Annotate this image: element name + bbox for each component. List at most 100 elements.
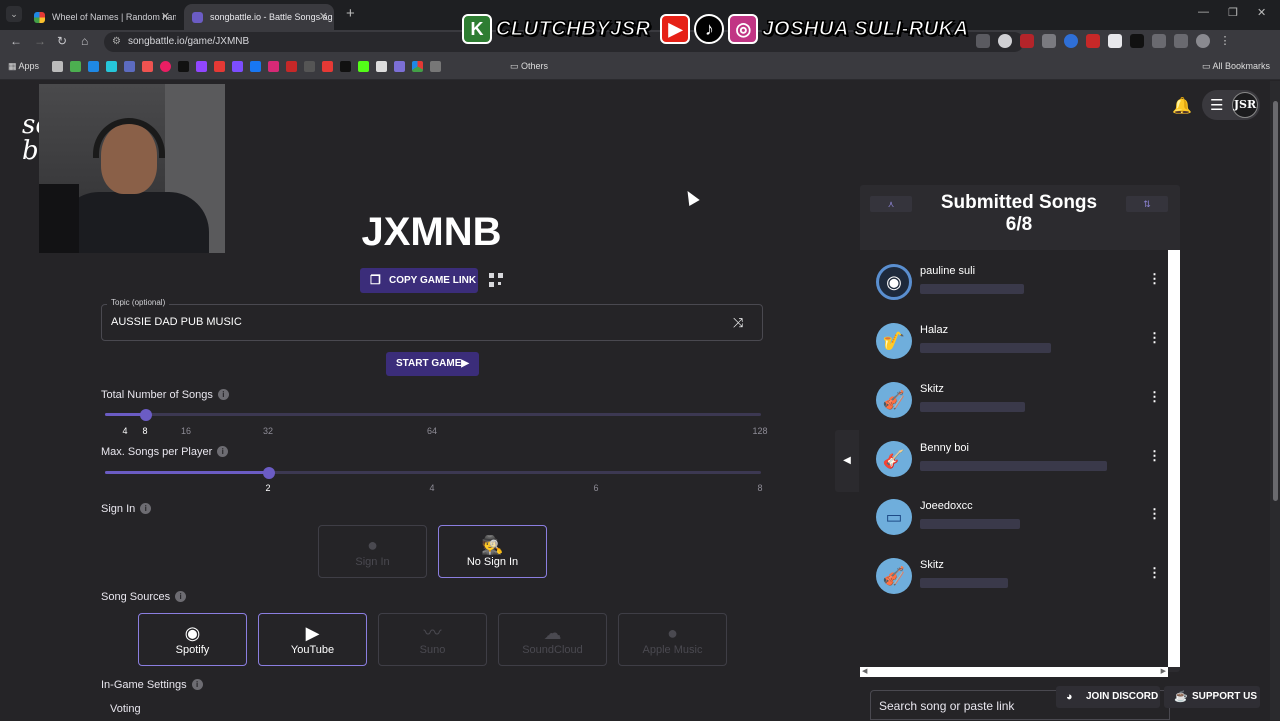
source-suno-option[interactable]: 〰 Suno xyxy=(378,613,487,666)
all-bookmarks-button[interactable]: ▭ All Bookmarks xyxy=(1202,61,1270,72)
notification-bell-icon[interactable]: 🔔 xyxy=(1172,96,1192,116)
extension-icon[interactable] xyxy=(1064,34,1078,48)
reading-list-icon[interactable] xyxy=(1174,34,1188,48)
bookmark-icon[interactable] xyxy=(322,61,333,72)
avatar[interactable]: JSR xyxy=(1232,92,1258,118)
kick-bookmark-icon[interactable] xyxy=(358,61,369,72)
restore-icon[interactable]: ❐ xyxy=(1228,6,1238,19)
list-item[interactable]: 🎷 Halaz ⋮ xyxy=(860,316,1168,374)
more-options-icon[interactable]: ⋮ xyxy=(1148,389,1161,405)
facebook-bookmark-icon[interactable] xyxy=(250,61,261,72)
tab-search-dropdown-icon[interactable]: ⌄ xyxy=(6,6,22,22)
list-item[interactable]: 🎻 Skitz ⋮ xyxy=(860,375,1168,433)
more-options-icon[interactable]: ⋮ xyxy=(1148,565,1161,581)
info-icon[interactable]: i xyxy=(140,503,152,514)
panel-share-icon[interactable]: ⋏ xyxy=(870,196,912,212)
forward-icon[interactable]: → xyxy=(34,34,46,48)
qr-code-icon[interactable] xyxy=(489,273,503,287)
page-scrollbar-thumb[interactable] xyxy=(1273,101,1278,501)
tab-close-icon[interactable]: ✕ xyxy=(319,4,328,30)
bookmark-icon[interactable] xyxy=(160,61,171,72)
bookmark-icon[interactable] xyxy=(142,61,153,72)
bookmark-icon[interactable] xyxy=(124,61,135,72)
extensions-puzzle-icon[interactable] xyxy=(1152,34,1166,48)
bookmark-icon[interactable] xyxy=(430,61,441,72)
source-spotify-option[interactable]: ◉ Spotify xyxy=(138,613,247,666)
x-bookmark-icon[interactable] xyxy=(340,61,351,72)
user-menu[interactable]: ☰ JSR xyxy=(1202,90,1260,120)
topic-value[interactable]: AUSSIE DAD PUB MUSIC xyxy=(111,316,242,328)
close-window-icon[interactable]: ✕ xyxy=(1257,6,1266,19)
pdf-extension-icon[interactable] xyxy=(1086,34,1100,48)
reload-icon[interactable]: ↻ xyxy=(57,34,67,48)
more-options-icon[interactable]: ⋮ xyxy=(1148,271,1161,287)
minimize-icon[interactable]: — xyxy=(1198,6,1209,18)
bookmark-icon[interactable] xyxy=(412,61,423,72)
shuffle-topic-icon[interactable]: ⤨ xyxy=(733,315,743,331)
source-youtube-option[interactable]: ▶ YouTube xyxy=(258,613,367,666)
back-icon[interactable]: ← xyxy=(10,34,22,48)
sort-icon[interactable]: ⇅ xyxy=(1126,196,1168,212)
bookmark-icon[interactable] xyxy=(88,61,99,72)
songbattle-favicon-icon xyxy=(192,12,203,23)
max-songs-slider[interactable] xyxy=(105,471,761,474)
info-icon[interactable]: i xyxy=(175,591,187,602)
bookmark-apps[interactable]: ▦ Apps xyxy=(8,61,39,72)
browser-tab-wheel-of-names[interactable]: Wheel of Names | Random nam ✕ xyxy=(26,4,176,30)
bookmark-icon[interactable] xyxy=(376,61,387,72)
instagram-bookmark-icon[interactable] xyxy=(268,61,279,72)
list-horizontal-scrollbar[interactable]: ◀ ▶ xyxy=(860,667,1168,677)
twitch-bookmark-icon[interactable] xyxy=(196,61,207,72)
more-options-icon[interactable]: ⋮ xyxy=(1148,448,1161,464)
max-songs-slider-thumb[interactable] xyxy=(263,467,275,479)
bookmark-icon[interactable] xyxy=(70,61,81,72)
bookmark-folder-others[interactable]: ▭ Others xyxy=(510,61,548,72)
tiktok-bookmark-icon[interactable] xyxy=(178,61,189,72)
bookmark-icon[interactable] xyxy=(106,61,117,72)
list-item[interactable]: 🎸 Benny boi ⋮ xyxy=(860,434,1168,492)
scroll-left-icon[interactable]: ◀ xyxy=(862,667,867,675)
site-info-icon[interactable]: ⚙ xyxy=(112,32,121,52)
source-soundcloud-option[interactable]: ☁ SoundCloud xyxy=(498,613,607,666)
info-icon[interactable]: i xyxy=(191,679,203,690)
list-item[interactable]: ◉ pauline suli ⋮ xyxy=(860,257,1168,315)
copy-game-link-button[interactable]: ❐ COPY GAME LINK xyxy=(360,268,478,293)
browser-tab-songbattle[interactable]: songbattle.io - Battle Songs ag ✕ xyxy=(184,4,334,30)
hamburger-menu-icon[interactable]: ☰ xyxy=(1210,96,1223,114)
sign-in-option[interactable]: ● Sign In xyxy=(318,525,427,578)
list-item[interactable]: 🎻 Skitz ⋮ xyxy=(860,551,1168,609)
info-icon[interactable]: i xyxy=(217,389,229,400)
more-options-icon[interactable]: ⋮ xyxy=(1148,330,1161,346)
no-sign-in-option[interactable]: 🕵 No Sign In xyxy=(438,525,547,578)
cast-icon[interactable] xyxy=(976,34,990,48)
bookmark-icon[interactable] xyxy=(232,61,243,72)
bookmark-icon[interactable] xyxy=(304,61,315,72)
extension-icon[interactable] xyxy=(1020,34,1034,48)
scroll-right-icon[interactable]: ▶ xyxy=(1161,667,1166,675)
browser-menu-icon[interactable]: ⋮ xyxy=(1218,34,1232,48)
total-songs-slider-thumb[interactable] xyxy=(139,409,152,421)
extension-icon[interactable] xyxy=(1042,34,1056,48)
collapse-panel-button[interactable]: ◀ xyxy=(835,430,859,492)
bookmark-icon[interactable] xyxy=(286,61,297,72)
info-icon[interactable]: i xyxy=(217,446,229,457)
list-scrollbar[interactable] xyxy=(1168,250,1180,667)
bookmark-icon[interactable] xyxy=(52,61,63,72)
join-discord-button[interactable]: ◕ JOIN DISCORD xyxy=(1056,686,1160,708)
support-us-button[interactable]: ☕ SUPPORT US xyxy=(1164,686,1260,708)
profile-avatar-icon[interactable] xyxy=(1196,34,1210,48)
home-icon[interactable]: ⌂ xyxy=(81,34,88,48)
tab-close-icon[interactable]: ✕ xyxy=(161,4,170,30)
bookmark-icon[interactable] xyxy=(394,61,405,72)
start-game-button[interactable]: START GAME ▶ xyxy=(386,352,479,376)
source-apple-music-option[interactable]: ● Apple Music xyxy=(618,613,727,666)
total-songs-slider[interactable] xyxy=(105,413,761,416)
list-item[interactable]: ▭ Joeedoxcc ⋮ xyxy=(860,492,1168,550)
page-scrollbar[interactable] xyxy=(1270,81,1280,720)
extension-icon[interactable] xyxy=(1130,34,1144,48)
more-options-icon[interactable]: ⋮ xyxy=(1148,506,1161,522)
bookmark-star-icon[interactable] xyxy=(998,34,1012,48)
youtube-bookmark-icon[interactable] xyxy=(214,61,225,72)
new-tab-button[interactable]: + xyxy=(346,5,355,22)
extension-icon[interactable] xyxy=(1108,34,1122,48)
